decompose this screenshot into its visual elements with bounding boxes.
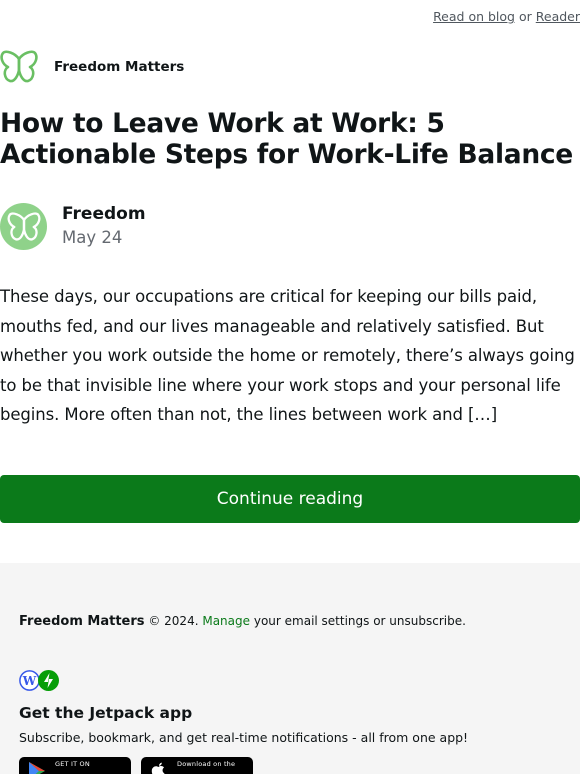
butterfly-icon[interactable]	[0, 50, 38, 84]
top-links: Read on blog or Reader	[433, 9, 580, 24]
jetpack-icon	[38, 670, 59, 691]
continue-reading-button[interactable]: Continue reading	[0, 475, 580, 523]
jetpack-app-title: Get the Jetpack app	[19, 704, 193, 722]
wordpress-icon: W	[19, 670, 40, 691]
footer-settings-line: Freedom Matters © 2024. Manage your emai…	[19, 614, 466, 629]
post-title[interactable]: How to Leave Work at Work: 5 Actionable …	[0, 108, 580, 170]
avatar	[0, 203, 47, 250]
footer: Freedom Matters © 2024. Manage your emai…	[0, 563, 580, 774]
post-date: May 24	[62, 228, 123, 247]
jetpack-app-subtitle: Subscribe, bookmark, and get real-time n…	[19, 730, 469, 745]
butterfly-avatar-icon	[7, 211, 40, 241]
reader-link[interactable]: Reader	[536, 9, 580, 24]
footer-settings-text: your email settings or unsubscribe.	[253, 614, 466, 628]
footer-brand: Freedom Matters	[19, 614, 145, 629]
manage-link[interactable]: Manage	[202, 614, 250, 628]
footer-copyright: © 2024.	[148, 614, 199, 628]
top-links-separator: or	[518, 9, 532, 24]
google-play-badge[interactable]: GET IT ON	[19, 757, 131, 774]
app-icons: W	[19, 670, 59, 691]
author-block: Freedom May 24	[0, 203, 146, 250]
post-excerpt: These days, our occupations are critical…	[0, 287, 575, 424]
google-play-icon	[29, 762, 45, 774]
read-on-blog-link[interactable]: Read on blog	[433, 9, 515, 24]
site-name[interactable]: Freedom Matters	[54, 59, 184, 75]
author-text: Freedom May 24	[62, 203, 146, 248]
app-store-badge[interactable]: Download on the	[141, 757, 253, 774]
app-store-badges: GET IT ON Download on the	[19, 757, 253, 774]
apple-icon	[151, 762, 165, 774]
site-header: Freedom Matters	[0, 50, 184, 84]
svg-text:W: W	[22, 674, 37, 688]
author-name: Freedom	[62, 204, 146, 224]
google-play-label: GET IT ON	[55, 760, 90, 768]
app-store-label: Download on the	[177, 760, 236, 768]
